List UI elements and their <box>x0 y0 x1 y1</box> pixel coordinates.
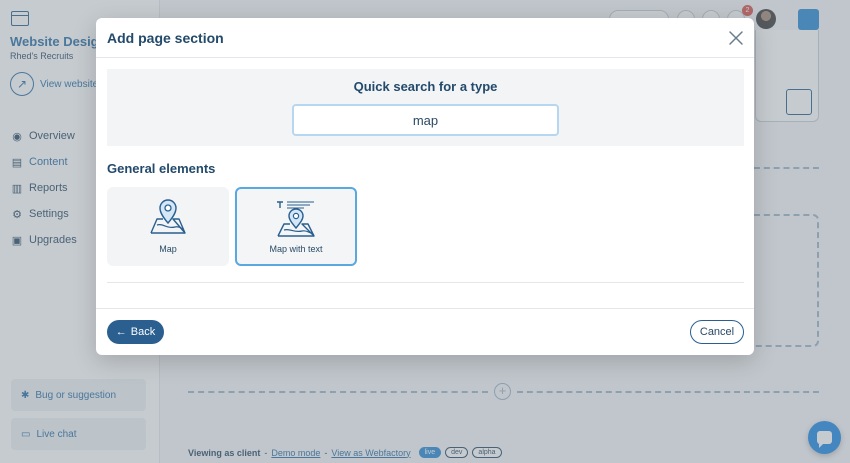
section-type-label: Map <box>159 244 177 254</box>
content-divider <box>107 282 744 283</box>
add-page-section-dialog: Add page section Quick search for a type… <box>96 18 754 355</box>
type-search-input[interactable] <box>292 104 559 136</box>
section-type-card-map-with-text[interactable]: Map with text <box>235 187 357 266</box>
dialog-title: Add page section <box>107 30 224 46</box>
section-type-card-map[interactable]: Map <box>107 187 229 266</box>
map-text-icon <box>277 201 315 237</box>
dialog-header: Add page section <box>96 18 754 58</box>
general-elements-heading: General elements <box>107 161 216 176</box>
quick-search-heading: Quick search for a type <box>353 79 498 94</box>
arrow-left-icon: ← <box>115 326 127 338</box>
cancel-button[interactable]: Cancel <box>690 320 744 344</box>
close-button[interactable] <box>726 28 746 48</box>
footer-divider <box>96 308 754 309</box>
back-button[interactable]: ← Back <box>107 320 164 344</box>
section-type-label: Map with text <box>269 244 323 254</box>
close-icon <box>729 31 743 45</box>
quick-search-panel: Quick search for a type <box>107 69 744 146</box>
map-pin-icon <box>150 199 186 234</box>
back-button-label: Back <box>130 326 156 338</box>
